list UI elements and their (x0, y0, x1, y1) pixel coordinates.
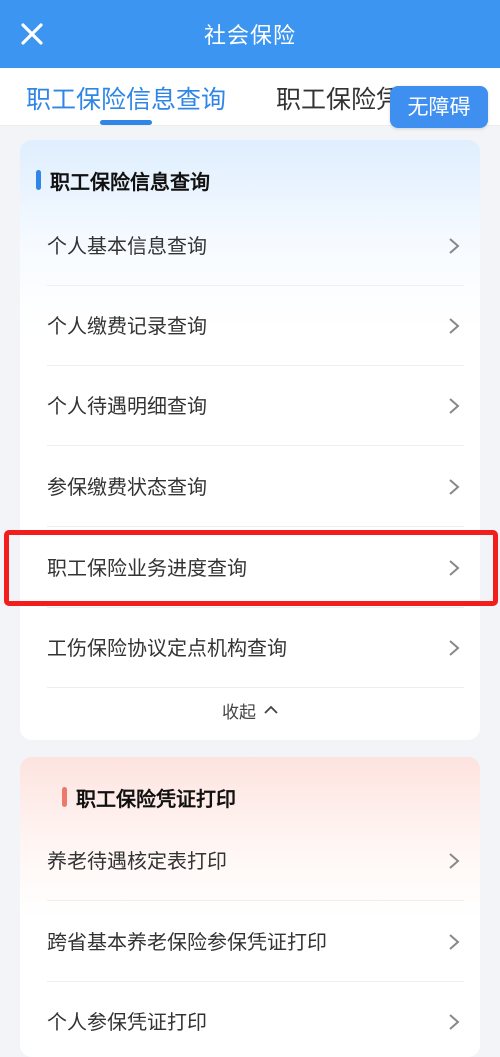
list-item-label: 养老待遇核定表打印 (47, 849, 227, 873)
list-item[interactable]: 个人待遇明细查询 (20, 366, 480, 446)
list-item-label: 工伤保险协议定点机构查询 (47, 636, 287, 660)
accessibility-button[interactable]: 无障碍 (390, 86, 488, 128)
list-item-label: 跨省基本养老保险参保凭证打印 (47, 930, 327, 954)
chevron-right-icon (449, 238, 460, 254)
chevron-right-icon (449, 853, 460, 869)
list-item[interactable]: 职工保险业务进度查询 (20, 528, 480, 608)
chevron-up-icon (264, 705, 278, 714)
section-title-text: 职工保险凭证打印 (76, 786, 236, 811)
tab-info-query[interactable]: 职工保险信息查询 (26, 80, 226, 116)
list-item[interactable]: 参保缴费状态查询 (20, 447, 480, 527)
list-item-label: 个人待遇明细查询 (47, 394, 207, 418)
collapse-label: 收起 (222, 702, 256, 723)
collapse-button[interactable]: 收起 (20, 692, 480, 728)
chevron-right-icon (449, 318, 460, 334)
list-item-label: 个人基本信息查询 (47, 234, 207, 258)
certificate-print-card: 职工保险凭证打印 养老待遇核定表打印 跨省基本养老保险参保凭证打印 个人参保凭证… (20, 757, 480, 1057)
list-item-label: 个人缴费记录查询 (47, 314, 207, 338)
section-accent-bar (62, 787, 67, 807)
list-item-label: 参保缴费状态查询 (47, 475, 207, 499)
list-item-label: 职工保险业务进度查询 (47, 556, 247, 580)
page-title: 社会保险 (203, 24, 296, 49)
chevron-right-icon (449, 640, 460, 656)
chevron-right-icon (449, 934, 460, 950)
section-accent-bar (36, 170, 41, 190)
list-item[interactable]: 工伤保险协议定点机构查询 (20, 608, 480, 688)
active-tab-indicator (100, 120, 152, 125)
list-item[interactable]: 个人参保凭证打印 (20, 982, 480, 1057)
section-title-text: 职工保险信息查询 (50, 169, 210, 194)
divider (47, 526, 464, 527)
chevron-right-icon (449, 398, 460, 414)
chevron-right-icon (449, 560, 460, 576)
list-item[interactable]: 跨省基本养老保险参保凭证打印 (20, 902, 480, 982)
list-item[interactable]: 养老待遇核定表打印 (20, 821, 480, 901)
chevron-right-icon (449, 1014, 460, 1030)
list-item-label: 个人参保凭证打印 (47, 1010, 207, 1034)
list-item[interactable]: 个人基本信息查询 (20, 206, 480, 286)
chevron-right-icon (449, 479, 460, 495)
divider (47, 687, 464, 688)
divider (47, 445, 464, 446)
list-item[interactable]: 个人缴费记录查询 (20, 286, 480, 366)
info-query-card: 职工保险信息查询 个人基本信息查询 个人缴费记录查询 个人待遇明细查询 参保缴费… (20, 140, 480, 740)
divider (47, 900, 464, 901)
top-bar: 社会保险 (0, 0, 500, 68)
